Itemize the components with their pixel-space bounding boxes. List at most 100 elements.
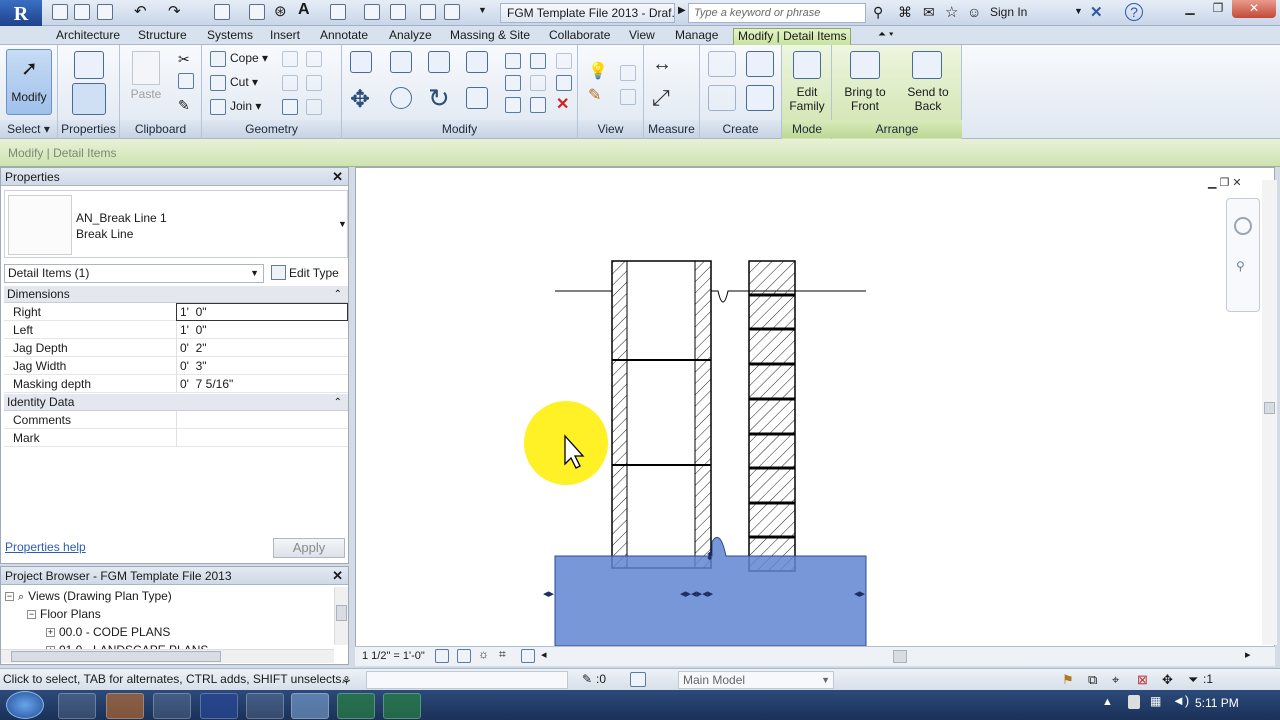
copy-element-icon[interactable] <box>390 87 412 109</box>
drag-on-selection-icon[interactable]: ✥ <box>1162 669 1173 690</box>
jag-depth-value[interactable]: 0' 2" <box>176 339 348 357</box>
communication-icon[interactable]: ✉ <box>923 4 935 21</box>
mark-value[interactable] <box>176 429 348 447</box>
scroll-left-icon[interactable]: ◂ <box>541 648 547 661</box>
aligned-dimension-ribbon-icon[interactable]: ⤢ <box>652 85 670 111</box>
hide-in-view-icon[interactable]: 💡 <box>588 61 608 81</box>
linework-icon[interactable]: ✎ <box>588 85 601 105</box>
select-by-face-icon[interactable]: ⊠ <box>1137 669 1148 690</box>
switch-windows-icon[interactable] <box>444 4 460 20</box>
tab-architecture[interactable]: Architecture <box>52 28 124 45</box>
scrollbar-thumb[interactable] <box>893 650 907 663</box>
design-options-icon[interactable] <box>630 672 646 687</box>
scrollbar-thumb[interactable] <box>11 651 221 662</box>
trim-extend-icon[interactable] <box>466 87 488 109</box>
canvas-vertical-scrollbar[interactable] <box>1262 180 1277 645</box>
network-icon[interactable]: ▦ <box>1150 694 1161 708</box>
measure-distance-icon[interactable]: ↔ <box>652 53 672 76</box>
tray-arrow-icon[interactable]: ▲ <box>1102 696 1113 708</box>
move-icon[interactable]: ✥ <box>350 85 370 114</box>
exchange-apps-icon[interactable]: ✕ <box>1090 3 1103 21</box>
tab-modify-detail-items[interactable]: Modify | Detail Items <box>733 28 852 45</box>
sync-icon[interactable] <box>97 4 113 20</box>
select-pinned-icon[interactable]: ⌖ <box>1112 669 1119 690</box>
unpin-icon[interactable] <box>556 53 572 69</box>
cope-button[interactable]: Cope ▾ <box>230 51 268 65</box>
delete-icon[interactable]: ✕ <box>556 94 569 114</box>
pin-icon[interactable] <box>556 75 572 91</box>
vertical-scrollbar[interactable] <box>334 587 348 645</box>
scale-selector[interactable]: 1 1/2" = 1'-0" <box>362 650 425 662</box>
create-parts-icon[interactable] <box>708 85 736 111</box>
split-gap-icon[interactable] <box>530 53 546 69</box>
select-links-icon[interactable]: ⚑ <box>1062 669 1074 690</box>
wall-detail-left[interactable] <box>611 260 712 569</box>
select-underlay-icon[interactable]: ⧉ <box>1088 669 1097 690</box>
right-value-input[interactable]: 1' 0" <box>176 303 348 321</box>
tab-analyze[interactable]: Analyze <box>385 28 436 45</box>
save-icon[interactable] <box>74 4 90 20</box>
favorites-icon[interactable]: ☆ <box>945 3 958 21</box>
search-input[interactable]: Type a keyword or phrase <box>688 3 866 23</box>
workset-icon[interactable]: ⚘ <box>341 671 352 692</box>
maximize-button[interactable]: ❐ <box>1204 0 1232 18</box>
cut-button[interactable]: Cut ▾ <box>230 75 258 89</box>
explorer-icon[interactable] <box>58 693 96 719</box>
beam-join-icon[interactable] <box>282 99 298 115</box>
modify-button[interactable]: ➚ Modify <box>6 49 52 115</box>
filter-icon[interactable]: ⏷ <box>1188 669 1198 690</box>
tag-icon[interactable]: ⊛ <box>274 2 287 20</box>
select-dropdown[interactable]: Select ▾ <box>0 120 57 138</box>
line-pattern-icon[interactable] <box>620 89 636 105</box>
media-player-icon[interactable] <box>153 693 191 719</box>
selected-break-line[interactable]: ◂▸ ◂▸◂▸◂▸ ◂▸ ⬍ <box>543 536 867 646</box>
sun-path-icon[interactable]: ☼ <box>478 647 489 661</box>
tab-insert[interactable]: Insert <box>266 28 304 45</box>
wall-joins-icon[interactable] <box>282 75 298 91</box>
close-icon[interactable]: ✕ <box>332 567 343 585</box>
thin-lines-icon[interactable] <box>390 4 406 20</box>
jag-width-value[interactable]: 0' 3" <box>176 357 348 375</box>
tree-item-views[interactable]: − ⌕ Views (Drawing Plan Type) <box>5 587 172 606</box>
split-icon[interactable] <box>505 53 521 69</box>
masking-depth-value[interactable]: 0' 7 5/16" <box>176 375 348 393</box>
detail-level-icon[interactable] <box>435 649 449 663</box>
offset-icon[interactable] <box>390 51 412 73</box>
left-value[interactable]: 1' 0" <box>176 321 348 339</box>
split-face-icon[interactable] <box>282 51 298 67</box>
create-assembly-icon[interactable] <box>708 51 736 77</box>
bring-to-front-button[interactable]: Bring to Front <box>834 85 896 113</box>
mirror-draw-icon[interactable] <box>466 51 488 73</box>
sign-in-dropdown-icon[interactable]: ▼ <box>1074 6 1083 16</box>
crop-icon[interactable]: ⌗ <box>499 647 506 662</box>
user-icon[interactable]: ☺ <box>967 4 981 20</box>
tab-massing-site[interactable]: Massing & Site <box>446 28 534 45</box>
group-dimensions[interactable]: Dimensions ⌃ <box>4 286 348 303</box>
demolish-icon[interactable] <box>306 75 322 91</box>
section-icon[interactable] <box>364 4 380 20</box>
tab-collaborate[interactable]: Collaborate <box>545 28 614 45</box>
apply-button[interactable]: Apply <box>273 538 345 558</box>
tab-annotate[interactable]: Annotate <box>316 28 372 45</box>
scroll-right-icon[interactable]: ▸ <box>1245 648 1251 661</box>
create-similar-icon[interactable] <box>746 51 774 77</box>
ribbon-minimize-icon[interactable]: ⏶ ▾ <box>878 29 894 40</box>
show-crop-icon[interactable] <box>521 649 535 663</box>
drawing-canvas[interactable]: ▁ ❐ ✕ ⚲ ◂▸ ◂▸◂▸◂▸ ◂▸ ⬍ <box>355 167 1275 647</box>
cut-scissors-icon[interactable]: ✂ <box>178 51 190 68</box>
remove-paint-icon[interactable] <box>306 99 322 115</box>
match-properties-icon[interactable]: ✎ <box>178 97 190 114</box>
design-option-dropdown[interactable]: Main Model ▼ <box>678 671 834 689</box>
close-hidden-icon[interactable] <box>420 4 436 20</box>
measure-qat-icon[interactable] <box>214 4 230 20</box>
properties-toggle-icon[interactable] <box>72 83 106 115</box>
send-to-back-button[interactable]: Send to Back <box>898 85 958 113</box>
tree-item-floor-plans[interactable]: − Floor Plans <box>27 605 101 623</box>
join-button[interactable]: Join ▾ <box>230 99 261 113</box>
properties-help-link[interactable]: Properties help <box>5 540 86 554</box>
paste-button[interactable]: Paste <box>128 87 164 101</box>
tree-item-code-plans[interactable]: +00.0 - CODE PLANS <box>46 623 170 641</box>
binoculars-icon[interactable]: ⚲ <box>873 4 883 21</box>
clock[interactable]: 5:11 PM <box>1195 696 1239 710</box>
application-menu-button[interactable]: R <box>0 0 42 28</box>
